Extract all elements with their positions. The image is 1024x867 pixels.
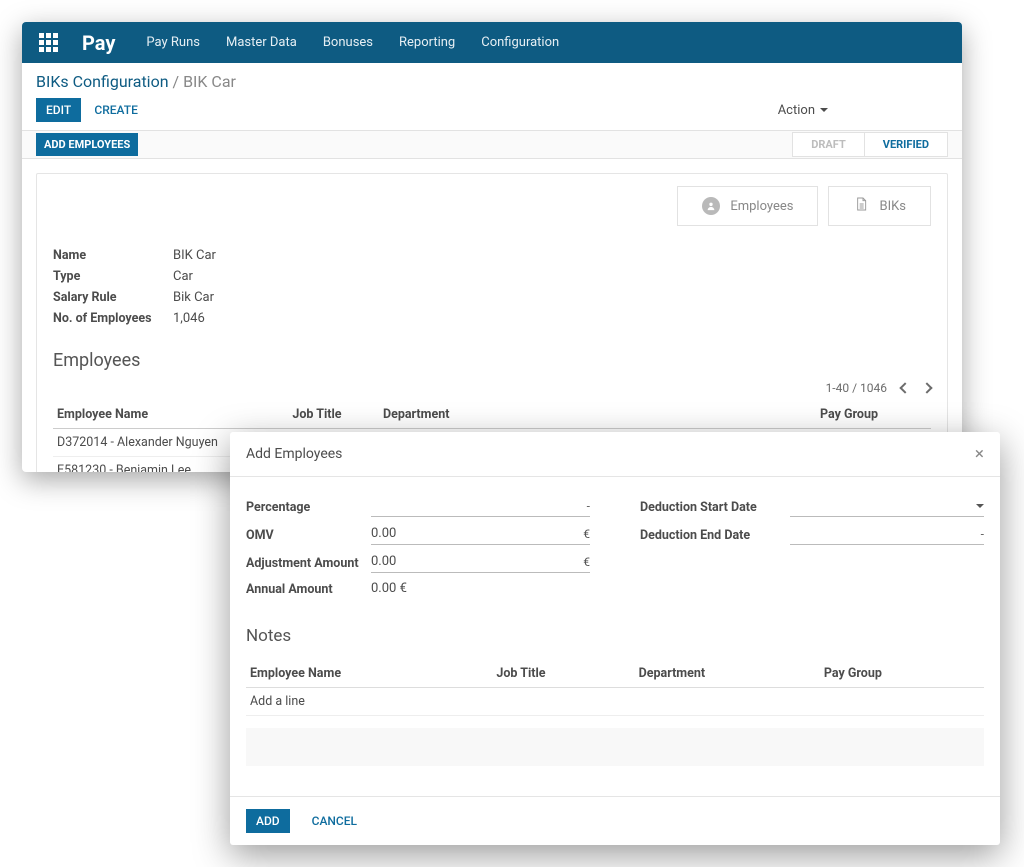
- create-button[interactable]: CREATE: [84, 98, 147, 122]
- tab-employees[interactable]: Employees: [677, 186, 818, 226]
- add-employees-modal: Add Employees × Percentage - OMV €: [230, 432, 1000, 845]
- edit-button[interactable]: EDIT: [36, 98, 81, 122]
- breadcrumb-root[interactable]: BIKs Configuration: [36, 72, 169, 91]
- nav-payruns[interactable]: Pay Runs: [133, 22, 213, 63]
- brand-title[interactable]: Pay: [82, 31, 115, 55]
- name-value: BIK Car: [173, 248, 216, 263]
- apps-icon[interactable]: [30, 22, 66, 63]
- col-employee-name[interactable]: Employee Name: [53, 401, 288, 429]
- action-menu-label: Action: [778, 103, 815, 118]
- cancel-button[interactable]: CANCEL: [302, 809, 367, 833]
- person-icon: [702, 197, 720, 215]
- percent-dash: -: [587, 499, 590, 513]
- pager: 1-40 / 1046: [37, 381, 947, 401]
- omv-input[interactable]: [371, 525, 579, 542]
- nav-configuration[interactable]: Configuration: [468, 22, 572, 63]
- add-employees-button[interactable]: ADD EMPLOYEES: [36, 133, 138, 156]
- pager-prev-icon[interactable]: [899, 382, 910, 393]
- modal-footer: ADD CANCEL: [230, 796, 1000, 845]
- close-icon[interactable]: ×: [975, 444, 984, 464]
- pager-next-icon[interactable]: [921, 382, 932, 393]
- percentage-input[interactable]: [371, 497, 583, 514]
- action-menu[interactable]: Action: [778, 103, 828, 118]
- dedend-dash: -: [981, 527, 984, 541]
- omv-suffix: €: [583, 527, 590, 541]
- details-grid: NameBIK Car TypeCar Salary RuleBik Car N…: [37, 226, 947, 350]
- mcol-department[interactable]: Department: [635, 660, 820, 688]
- chevron-down-icon[interactable]: [976, 504, 984, 508]
- adjustment-suffix: €: [583, 555, 590, 569]
- percentage-label: Percentage: [246, 500, 371, 515]
- type-value: Car: [173, 269, 193, 284]
- record-card: Employees BIKs NameBIK Car TypeCar Salar…: [36, 173, 948, 472]
- add-button[interactable]: ADD: [246, 809, 290, 833]
- dedstart-input[interactable]: [790, 497, 972, 514]
- top-navbar: Pay Pay Runs Master Data Bonuses Reporti…: [22, 22, 962, 63]
- main-window: Pay Pay Runs Master Data Bonuses Reporti…: [22, 22, 962, 472]
- tab-biks[interactable]: BIKs: [828, 186, 931, 226]
- mcol-pay-group[interactable]: Pay Group: [820, 660, 984, 688]
- name-label: Name: [53, 248, 173, 263]
- breadcrumb-current: BIK Car: [183, 72, 236, 91]
- status-row: ADD EMPLOYEES DRAFT VERIFIED: [22, 131, 962, 159]
- col-pay-group[interactable]: Pay Group: [816, 401, 931, 429]
- dedstart-label: Deduction Start Date: [640, 500, 790, 515]
- modal-title: Add Employees: [246, 446, 342, 462]
- pager-text: 1-40 / 1046: [826, 381, 887, 395]
- adjustment-input[interactable]: [371, 553, 579, 570]
- form-col-left: Percentage - OMV € Adjustment Amount: [246, 497, 590, 606]
- omv-label: OMV: [246, 528, 371, 543]
- sub-header: BIKs Configuration / BIK Car EDIT CREATE…: [22, 63, 962, 131]
- nav-masterdata[interactable]: Master Data: [213, 22, 310, 63]
- add-a-line-link[interactable]: Add a line: [246, 688, 984, 716]
- dedend-input[interactable]: [790, 525, 977, 542]
- modal-body: Percentage - OMV € Adjustment Amount: [230, 477, 1000, 796]
- form-col-right: Deduction Start Date Deduction End Date …: [640, 497, 984, 606]
- col-department[interactable]: Department: [379, 401, 816, 429]
- notes-textarea[interactable]: [246, 728, 984, 766]
- adjustment-label: Adjustment Amount: [246, 556, 371, 571]
- nav-reporting[interactable]: Reporting: [386, 22, 468, 63]
- document-icon: [853, 196, 869, 216]
- modal-header: Add Employees ×: [230, 432, 1000, 477]
- notes-section-title: Notes: [246, 626, 984, 646]
- annual-label: Annual Amount: [246, 582, 371, 597]
- status-badges: DRAFT VERIFIED: [792, 132, 948, 157]
- tab-biks-label: BIKs: [879, 199, 906, 214]
- mcol-job-title[interactable]: Job Title: [492, 660, 634, 688]
- chevron-down-icon: [820, 108, 828, 112]
- content-area: Employees BIKs NameBIK Car TypeCar Salar…: [22, 159, 962, 472]
- breadcrumb: BIKs Configuration / BIK Car: [36, 72, 948, 91]
- employees-section-title: Employees: [37, 350, 947, 381]
- noemployees-value: 1,046: [173, 311, 205, 326]
- tab-employees-label: Employees: [730, 199, 793, 214]
- col-job-title[interactable]: Job Title: [288, 401, 379, 429]
- annual-value: 0.00 €: [371, 581, 407, 596]
- noemployees-label: No. of Employees: [53, 311, 173, 326]
- mcol-employee-name[interactable]: Employee Name: [246, 660, 492, 688]
- form-grid: Percentage - OMV € Adjustment Amount: [246, 497, 984, 606]
- type-label: Type: [53, 269, 173, 284]
- salaryrule-value: Bik Car: [173, 290, 214, 305]
- modal-employees-table: Employee Name Job Title Department Pay G…: [246, 660, 984, 716]
- status-draft[interactable]: DRAFT: [792, 132, 864, 157]
- status-verified[interactable]: VERIFIED: [864, 132, 948, 157]
- nav-bonuses[interactable]: Bonuses: [310, 22, 386, 63]
- card-tabs: Employees BIKs: [37, 174, 947, 226]
- dedend-label: Deduction End Date: [640, 528, 790, 543]
- salaryrule-label: Salary Rule: [53, 290, 173, 305]
